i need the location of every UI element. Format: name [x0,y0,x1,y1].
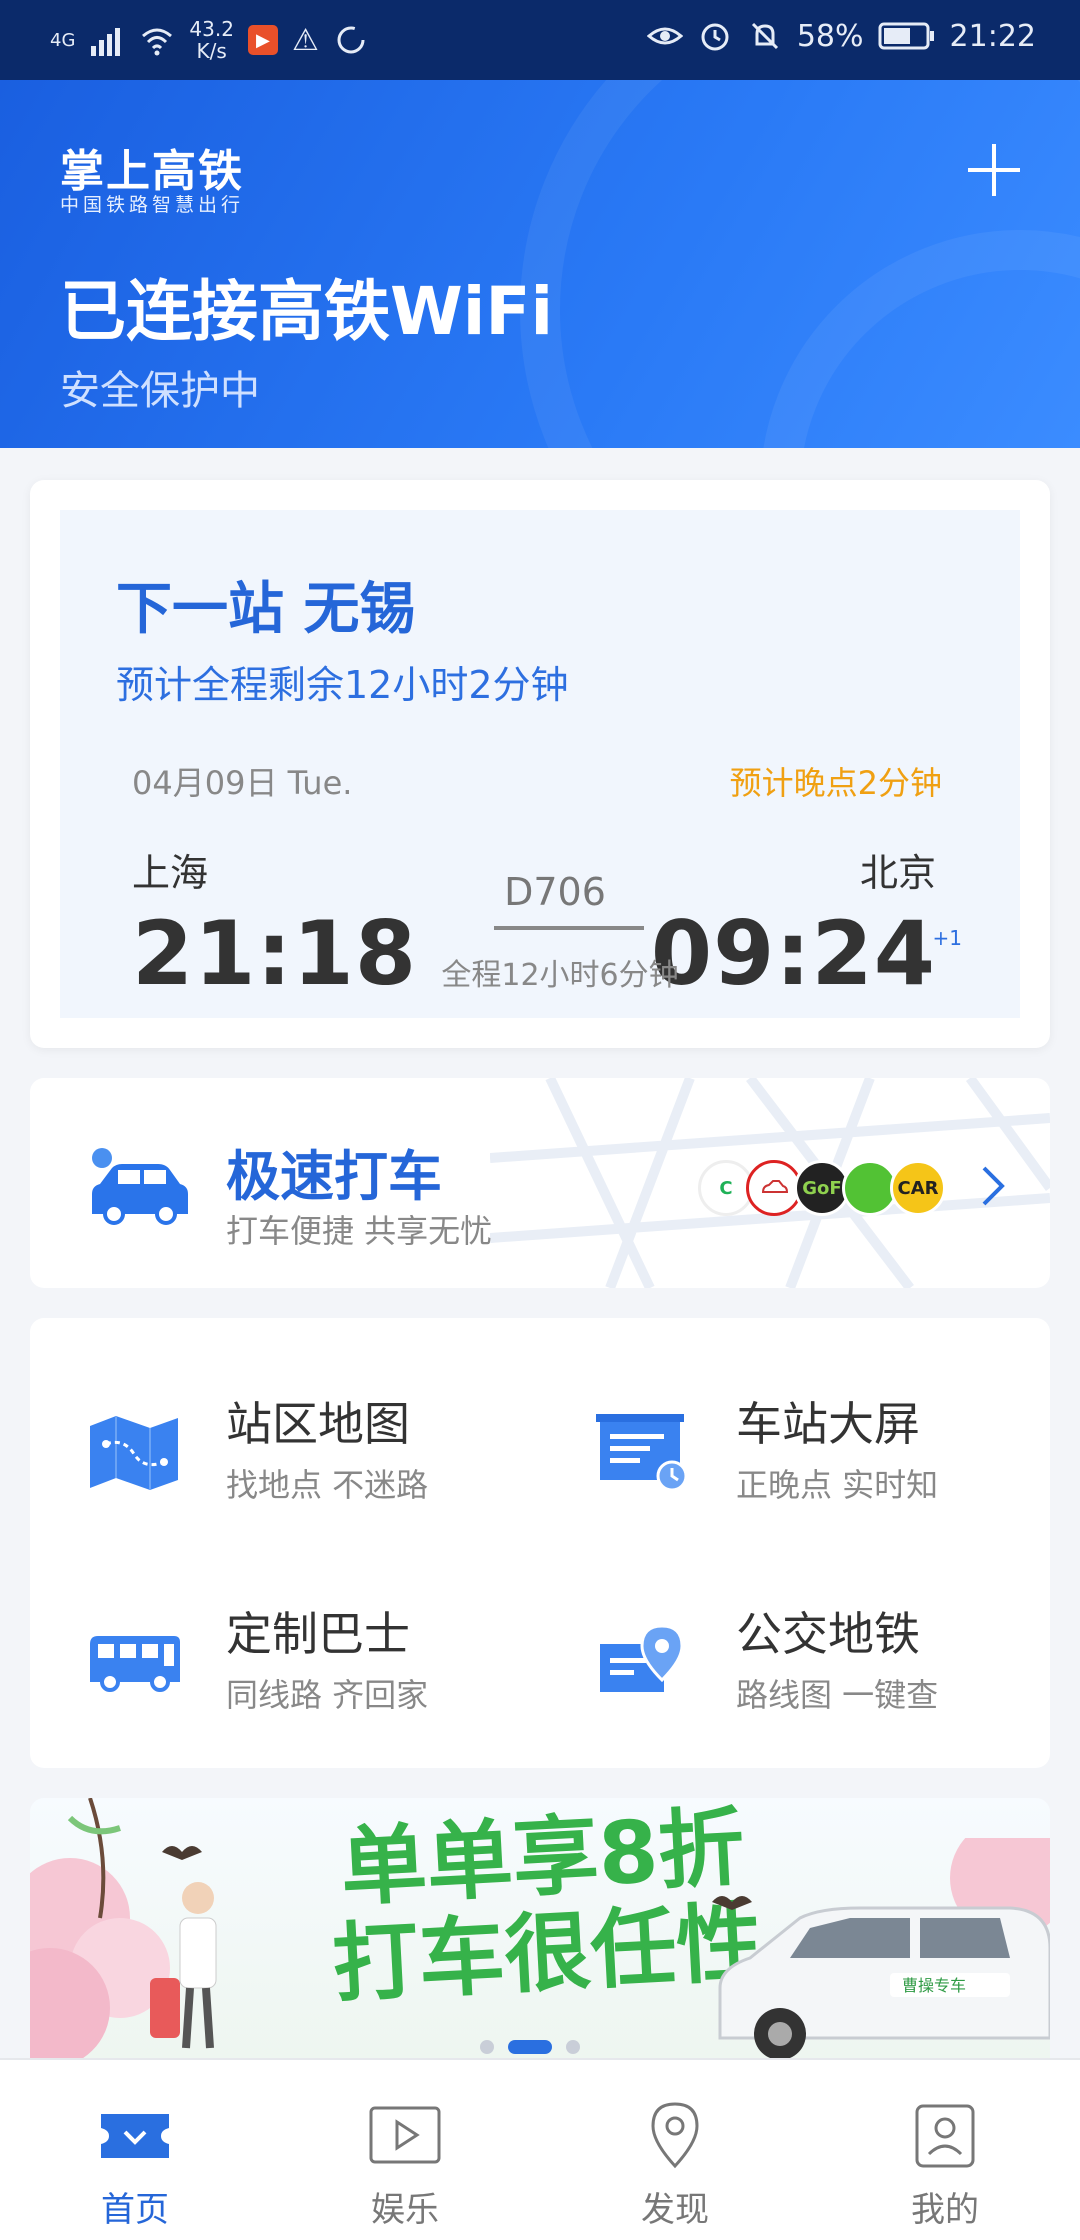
service-custom-bus[interactable]: 定制巴士 同线路 齐回家 [30,1580,510,1740]
service-title: 定制巴士 [226,1607,410,1661]
remaining-time: 预计全程剩余12小时2分钟 [116,663,569,707]
app-logo-tagline: 中国铁路智慧出行 [60,194,245,216]
map-icon [90,1416,178,1490]
service-subtitle: 找地点 不迷路 [226,1466,429,1504]
route-line [494,926,644,930]
signal-icon [91,28,121,56]
trip-card-inner: 下一站 无锡 预计全程剩余12小时2分钟 04月09日 Tue. 预计晚点2分钟… [60,510,1020,1018]
transit-icon [600,1624,684,1692]
network-speed: 43.2 K/s [189,17,234,63]
video-app-icon: ▶ [247,25,278,55]
bird-icon [712,1896,752,1910]
nav-label: 首页 [101,2190,169,2230]
service-subtitle: 路线图 一键查 [736,1676,939,1714]
carousel-dot-active[interactable] [508,2040,552,2054]
status-right: 58% 21:22 [646,18,1036,54]
trip-duration: 全程12小时6分钟 [441,958,679,993]
clock: 21:22 [949,18,1036,54]
nav-profile[interactable]: 我的 [810,2060,1080,2240]
service-title: 车站大屏 [736,1397,920,1451]
wifi-icon [142,28,173,56]
taxi-provider-badges: C GoF CAR [698,1160,946,1216]
eye-icon [646,27,683,45]
ticket-icon [101,2114,169,2158]
status-bar: 4G 43.2 K/s ▶ ⚠ 58% 21:22 [0,0,1080,80]
nav-home[interactable]: 首页 [0,2060,270,2240]
carousel-dot[interactable] [566,2040,580,2054]
service-station-screen[interactable]: 车站大屏 正晚点 实时知 [540,1370,1020,1530]
arrival-day-offset: +1 [932,926,962,950]
mute-icon [751,22,778,50]
service-station-map[interactable]: 站区地图 找地点 不迷路 [30,1370,510,1530]
carousel-dot[interactable] [480,2040,494,2054]
alarm-icon [701,23,729,51]
nav-discover[interactable]: 发现 [540,2060,810,2240]
delay-notice: 预计晚点2分钟 [729,764,942,802]
nav-label: 我的 [911,2190,979,2230]
service-title: 公交地铁 [736,1607,920,1661]
service-transit[interactable]: 公交地铁 路线图 一键查 [540,1580,1020,1740]
service-subtitle: 同线路 齐回家 [226,1676,429,1714]
service-subtitle: 正晚点 实时知 [736,1466,939,1504]
security-status: 安全保护中 [60,368,260,414]
battery-icon [878,22,934,50]
location-icon [651,2102,699,2169]
profile-icon [915,2104,975,2168]
nav-label: 娱乐 [371,2190,439,2230]
departure-time: 21:18 [132,902,418,1005]
car-inc-logo: CAR [890,1160,946,1216]
network-label: 4G [50,29,76,51]
trip-card[interactable]: 下一站 无锡 预计全程剩余12小时2分钟 04月09日 Tue. 预计晚点2分钟… [30,480,1050,1048]
car-label: 曹操专车 [902,1976,966,1995]
wifi-status-title: 已连接高铁WiFi [60,273,554,350]
car-icon [92,1148,188,1225]
arrival-city: 北京 [859,851,936,895]
sync-icon [337,26,365,54]
trip-date: 04月09日 Tue. [132,764,353,802]
status-left: 4G 43.2 K/s ▶ ⚠ [50,18,369,62]
services-grid: 站区地图 找地点 不迷路 车站大屏 正晚点 实时知 定制巴士 同线路 齐回家 公… [30,1318,1050,1768]
promo-banner[interactable]: 单单享8折 打车很任性 曹操专车 [30,1798,1050,2060]
service-title: 站区地图 [226,1397,410,1451]
train-number: D706 [504,870,606,914]
header: 掌上高铁 中国铁路智慧出行 已连接高铁WiFi 安全保护中 [0,80,1080,448]
nav-label: 发现 [641,2190,709,2230]
bird-icon [162,1846,202,1860]
warning-icon: ⚠ [291,22,319,58]
chevron-right-icon[interactable] [976,1164,1010,1208]
nav-entertainment[interactable]: 娱乐 [270,2060,540,2240]
taxi-card[interactable]: 极速打车 打车便捷 共享无忧 C GoF CAR [30,1078,1050,1288]
taxi-title: 极速打车 [226,1145,442,1208]
bus-icon [90,1636,180,1692]
banner-headline: 单单享8折 打车很任性 [330,1798,765,2016]
play-icon [369,2106,441,2164]
battery-percent: 58% [796,18,864,54]
taxi-subtitle: 打车便捷 共享无忧 [226,1212,493,1250]
departure-city: 上海 [132,851,209,895]
car-illustration: 曹操专车 [718,1838,1050,2060]
next-station: 下一站 无锡 [116,577,416,642]
station-screen-icon [596,1414,688,1492]
add-button[interactable] [964,140,1024,200]
bottom-navigation: 首页 娱乐 发现 我的 [0,2058,1080,2240]
carousel-indicator [480,2040,580,2054]
